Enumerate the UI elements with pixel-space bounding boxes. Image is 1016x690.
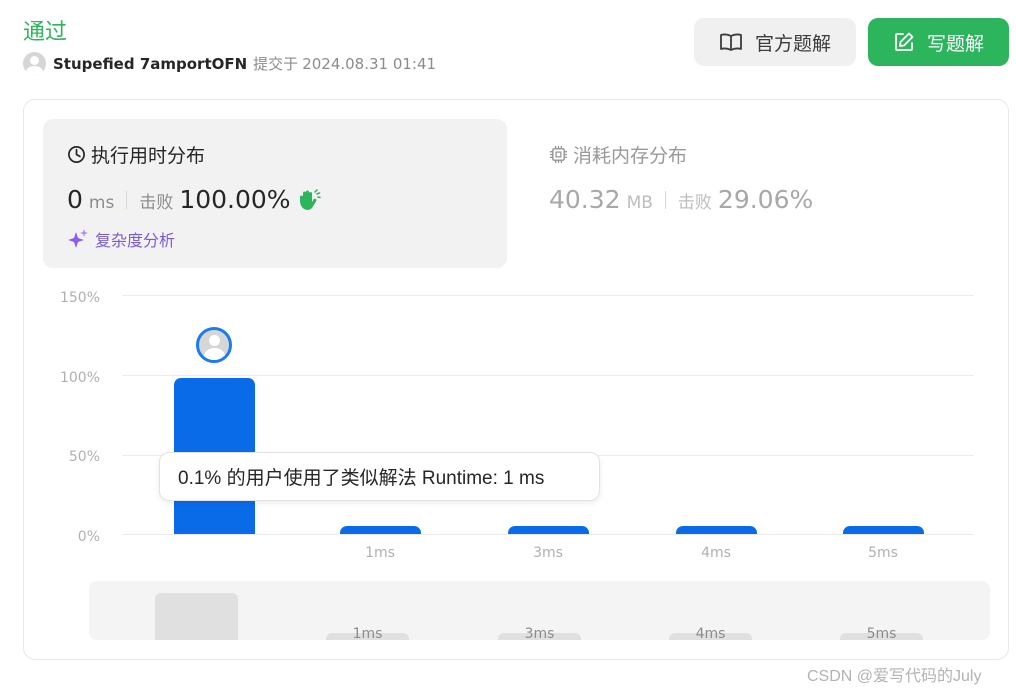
- runtime-metric: 0 ms 击败 100.00%: [67, 185, 321, 214]
- runtime-value: 0: [67, 185, 83, 214]
- divider: [126, 190, 128, 209]
- runtime-beat-label: 击败: [139, 193, 174, 213]
- memory-beat-pct: 29.06%: [717, 185, 814, 214]
- range-selection-handle[interactable]: [155, 593, 238, 640]
- runtime-beat-pct: 100.00%: [179, 185, 291, 214]
- clap-icon: [299, 188, 321, 210]
- chart-tooltip: 0.1% 的用户使用了类似解法 Runtime: 1 ms: [159, 452, 600, 501]
- official-solution-button[interactable]: 官方题解: [694, 18, 856, 66]
- x-tick-label: 5ms: [868, 545, 898, 561]
- book-icon: [720, 33, 742, 51]
- x-tick-label: 1ms: [365, 545, 395, 561]
- complexity-analysis-link[interactable]: 复杂度分析: [67, 227, 175, 251]
- chart-bar[interactable]: [842, 526, 924, 534]
- clock-icon: [68, 146, 85, 163]
- y-tick-label: 100%: [59, 370, 100, 386]
- memory-title[interactable]: 消耗内存分布: [549, 141, 687, 168]
- your-submission-avatar[interactable]: [196, 327, 232, 363]
- sparkle-icon: [68, 229, 88, 248]
- watermark: CSDN @爱写代码的July: [807, 668, 982, 685]
- chart-bar[interactable]: [339, 526, 421, 534]
- edit-icon: [895, 32, 914, 51]
- x-tick-label: 4ms: [701, 545, 731, 561]
- mini-label: 3ms: [524, 626, 555, 640]
- chart-bar[interactable]: [675, 526, 757, 534]
- y-tick-label: 150%: [59, 290, 100, 306]
- avatar[interactable]: [23, 52, 46, 75]
- submit-label: 提交于: [253, 55, 299, 73]
- official-solution-label: 官方题解: [754, 32, 831, 55]
- y-tick-label: 50%: [68, 449, 100, 465]
- mini-label: 4ms: [695, 626, 726, 640]
- memory-beat-label: 击败: [677, 193, 712, 213]
- submitter-info: Stupefied 7amportOFN 提交于 2024.08.31 01:4…: [23, 52, 436, 75]
- chart-range-selector[interactable]: 1ms 3ms 4ms 5ms: [89, 581, 990, 640]
- write-solution-button[interactable]: 写题解: [868, 18, 1009, 66]
- mini-label: 1ms: [352, 626, 383, 640]
- memory-unit: MB: [626, 193, 653, 213]
- submission-status: 通过: [23, 20, 68, 45]
- runtime-title: 执行用时分布: [67, 141, 205, 168]
- y-tick-label: 0%: [77, 529, 100, 545]
- runtime-unit: ms: [88, 193, 115, 213]
- baseline: [122, 534, 974, 535]
- mini-label: 5ms: [866, 626, 897, 640]
- user-name-link[interactable]: Stupefied 7amportOFN: [53, 55, 247, 73]
- memory-value: 40.32: [549, 185, 621, 214]
- gridline: [122, 375, 974, 376]
- chart-bar[interactable]: [507, 526, 589, 534]
- submit-time: 2024.08.31 01:41: [302, 54, 437, 73]
- divider: [664, 190, 666, 209]
- write-solution-label: 写题解: [926, 32, 984, 55]
- chip-icon: [549, 145, 568, 164]
- gridline: [122, 295, 974, 296]
- x-tick-label: 3ms: [533, 545, 563, 561]
- memory-metric: 40.32 MB 击败 29.06%: [549, 185, 813, 214]
